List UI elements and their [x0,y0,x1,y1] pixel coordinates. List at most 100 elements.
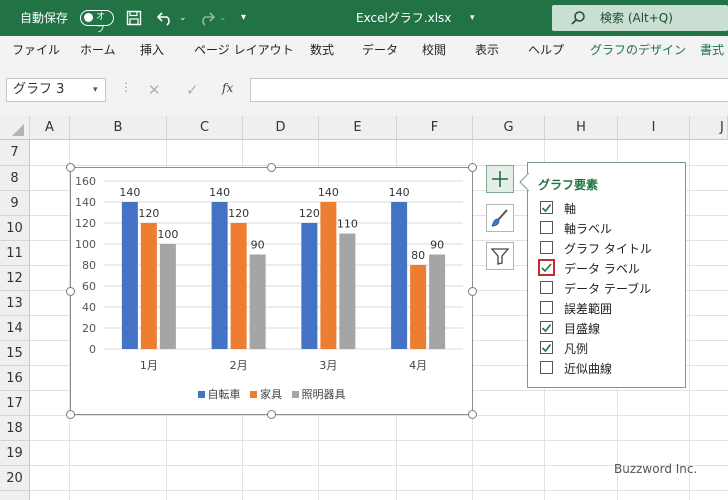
resize-handle-bottom[interactable] [267,410,276,419]
tab-chart-design[interactable]: グラフのデザイン [590,36,686,64]
checkbox[interactable] [540,301,553,314]
chart-element-option[interactable]: 目盛線 [540,319,680,339]
resize-handle-bottom-right[interactable] [468,410,477,419]
tab-help[interactable]: ヘルプ [528,36,564,64]
checkbox[interactable] [540,221,553,234]
row-header-17[interactable]: 17 [0,391,30,416]
chart-element-option[interactable]: 誤差範囲 [540,299,680,319]
checkbox[interactable] [538,259,555,276]
column-header-b[interactable]: B [70,116,167,140]
row-header-9[interactable]: 9 [0,191,30,216]
filename-dropdown-icon[interactable]: ▾ [470,0,475,36]
row-header-10[interactable]: 10 [0,216,30,241]
chart-element-option[interactable]: 近似曲線 [540,359,680,379]
tab-page-layout[interactable]: ページ レイアウト [194,36,294,64]
resize-handle-left[interactable] [66,287,75,296]
resize-handle-top-left[interactable] [66,163,75,172]
redo-icon[interactable] [196,9,216,27]
legend-item-lighting: 照明器具 [291,388,346,401]
row-header-13[interactable]: 13 [0,291,30,316]
tab-review[interactable]: 校閲 [422,36,446,64]
chart-element-option[interactable]: 軸 [540,199,680,219]
name-box[interactable]: グラフ 3 ▾ [6,78,106,102]
resize-handle-top-right[interactable] [468,163,477,172]
chart-filters-button[interactable] [486,242,514,270]
resize-handle-right[interactable] [468,287,477,296]
chart-area[interactable]: 0 20 40 60 80 100 120 140 160 140 120 100 1月 140 120 90… [70,167,473,415]
checkbox[interactable] [540,341,553,354]
row-header-21[interactable] [0,491,30,500]
chart-element-option[interactable]: 凡例 [540,339,680,359]
chart-element-option[interactable]: 軸ラベル [540,219,680,239]
column-header-h[interactable]: H [545,116,618,140]
resize-handle-bottom-left[interactable] [66,410,75,419]
quick-access-customize-icon[interactable]: ▾ [241,0,246,36]
data-label: 140 [209,186,230,199]
chart-element-label: 誤差範囲 [564,302,613,316]
tab-home[interactable]: ホーム [80,36,116,64]
checkmark-icon [541,344,552,353]
chart-plot: 0 20 40 60 80 100 120 140 160 140 120 100 1月 140 120 90… [75,175,463,372]
resize-handle-top[interactable] [267,163,276,172]
undo-icon[interactable] [156,9,176,27]
tab-file[interactable]: ファイル [12,36,60,64]
column-header-g[interactable]: G [473,116,545,140]
tab-insert[interactable]: 挿入 [140,36,164,64]
x-tick-label: 2月 [230,359,248,372]
column-header-i[interactable]: I [618,116,690,140]
chart-elements-popup: グラフ要素 軸軸ラベル グラフ タイトル データ ラベル データ テーブル 誤差範囲 目盛… [519,162,686,388]
chart-element-option[interactable]: データ テーブル [540,279,680,299]
search-box[interactable]: 検索 (Alt+Q) [552,5,728,31]
checkbox[interactable] [540,241,553,254]
row-header-11[interactable]: 11 [0,241,30,266]
column-header-j[interactable]: J [690,116,728,140]
row-header-19[interactable]: 19 [0,441,30,466]
tab-formulas[interactable]: 数式 [310,36,334,64]
column-header-a[interactable]: A [30,116,70,140]
row-header-7[interactable]: 7 [0,140,30,166]
chart-element-label: 目盛線 [564,322,601,336]
chart-element-option[interactable]: グラフ タイトル [540,239,680,259]
row-header-20[interactable]: 20 [0,466,30,491]
chart-styles-button[interactable] [486,204,514,232]
search-placeholder: 検索 (Alt+Q) [600,11,673,25]
undo-dropdown-icon[interactable]: ⌄ [179,0,187,36]
tab-data[interactable]: データ [362,36,398,64]
tab-format[interactable]: 書式 [700,36,724,64]
column-header-e[interactable]: E [319,116,397,140]
insert-function-icon[interactable]: fx [222,81,233,95]
save-icon[interactable] [126,10,142,26]
y-tick-label: 160 [75,175,96,188]
chart-element-option[interactable]: データ ラベル [538,259,680,279]
document-title[interactable]: Excelグラフ.xlsx [356,0,451,36]
row-header-12[interactable]: 12 [0,266,30,291]
row-header-8[interactable]: 8 [0,166,30,191]
y-tick-label: 140 [75,196,96,209]
redo-dropdown-icon[interactable]: ⌄ [219,0,227,36]
row-header-15[interactable]: 15 [0,341,30,366]
checkbox[interactable] [540,321,553,334]
column-header-d[interactable]: D [243,116,319,140]
name-box-dropdown-icon[interactable]: ▾ [93,79,98,101]
column-header-f[interactable]: F [397,116,473,140]
checkbox[interactable] [540,201,553,214]
enter-icon[interactable]: ✓ [186,81,199,99]
autosave-toggle[interactable]: オフ [80,10,114,35]
data-label: 140 [119,186,140,199]
column-header-c[interactable]: C [167,116,243,140]
data-label: 120 [228,207,249,220]
select-all-corner[interactable] [0,116,30,140]
bar [249,254,266,349]
tab-view[interactable]: 表示 [475,36,499,64]
chart-legend[interactable]: 自転車 家具 照明器具 [71,386,472,402]
bar [339,233,356,349]
row-header-14[interactable]: 14 [0,316,30,341]
row-header-16[interactable]: 16 [0,366,30,391]
bar [320,202,337,349]
row-header-18[interactable]: 18 [0,416,30,441]
checkbox[interactable] [540,281,553,294]
formula-input[interactable] [250,78,728,102]
chart-elements-button[interactable] [486,165,514,193]
cancel-icon[interactable]: ✕ [148,81,161,99]
checkbox[interactable] [540,361,553,374]
